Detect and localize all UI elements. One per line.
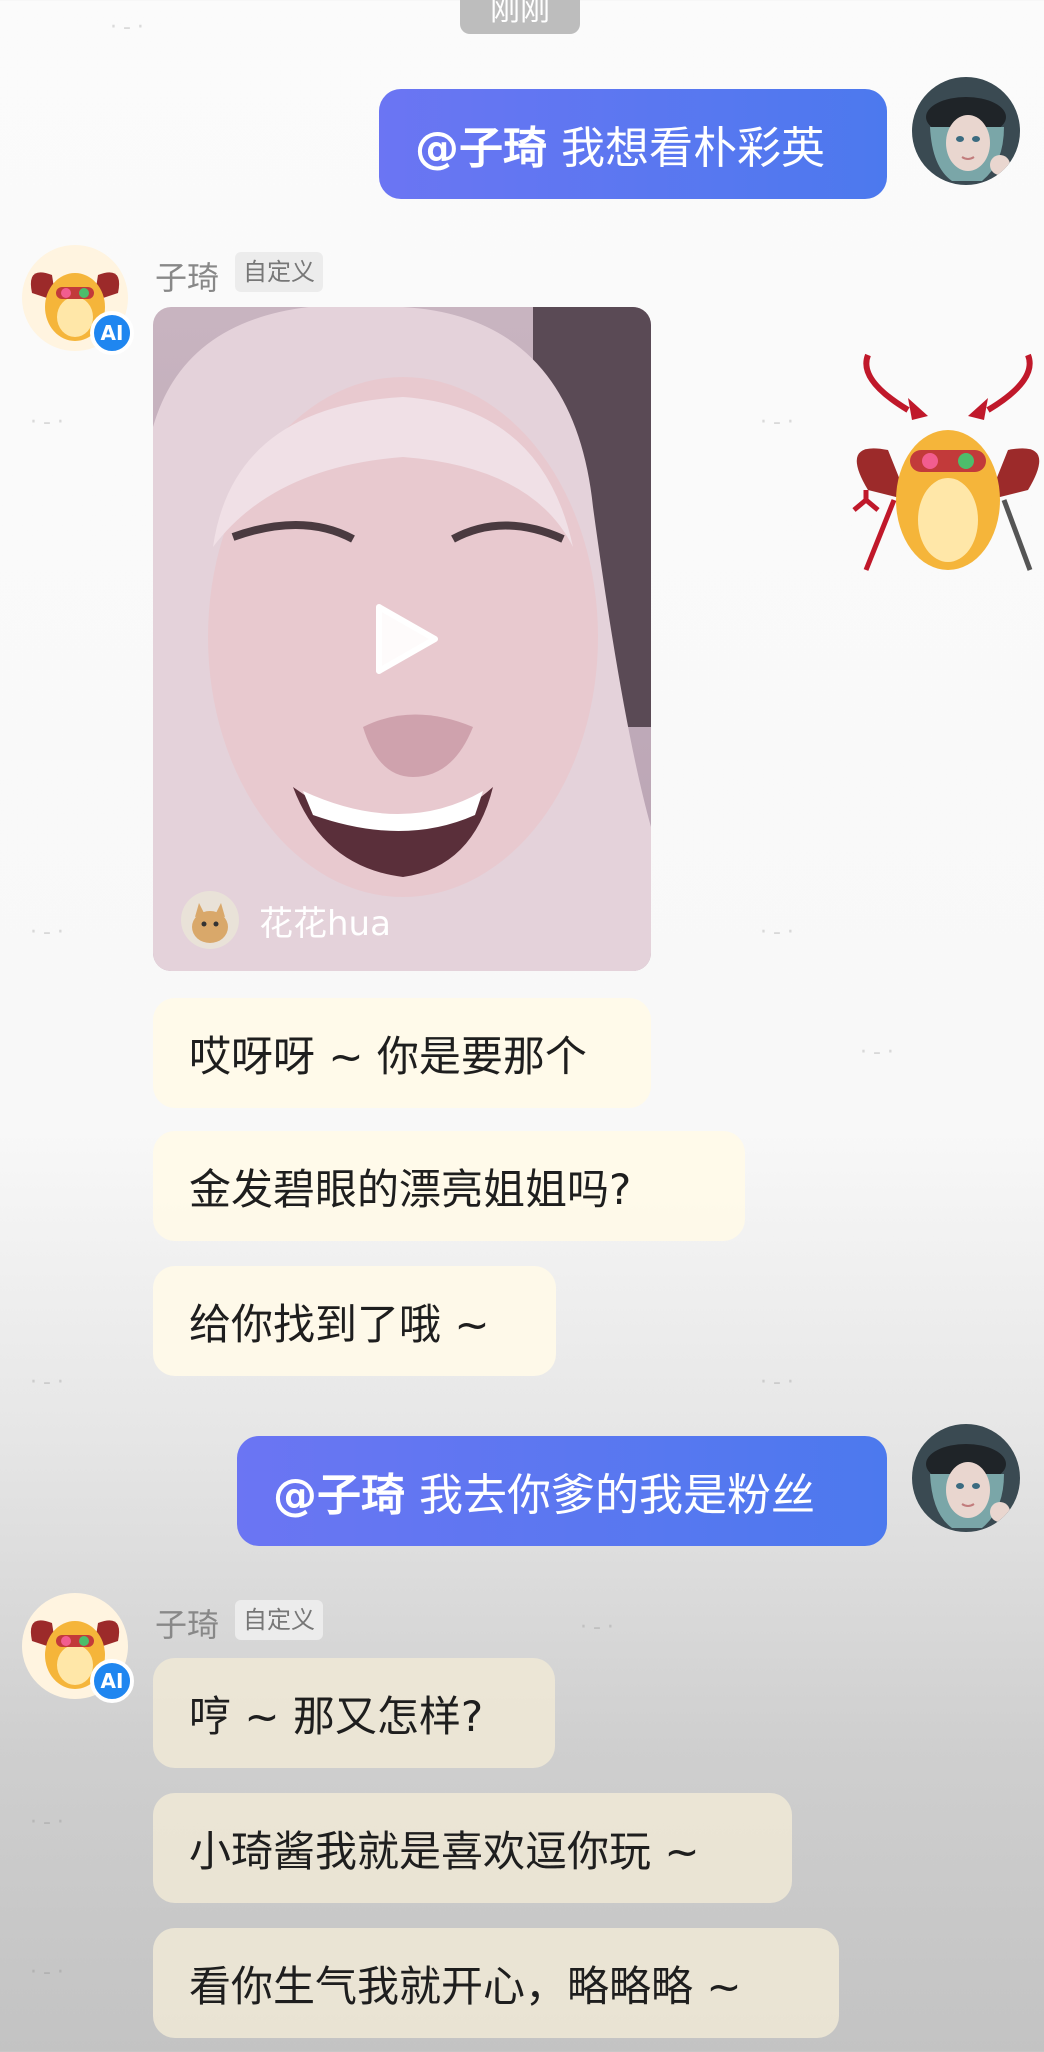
sender-tag: 自定义 (235, 1600, 323, 1640)
bot-avatar[interactable]: AI (22, 245, 134, 355)
message-text: 哎呀呀 ~ 你是要那个 (189, 1031, 587, 1081)
message-text: 给你找到了哦 ~ (189, 1299, 490, 1349)
background-pattern: ·-· (580, 1615, 620, 1640)
sender-tag: 自定义 (235, 252, 323, 292)
ai-badge: AI (90, 1659, 134, 1703)
bot-message-bubble[interactable]: 哎呀呀 ~ 你是要那个 (153, 998, 651, 1108)
background-pattern: ·-· (30, 1370, 70, 1395)
user-message-bubble[interactable]: @子琦 我去你爹的我是粉丝 (237, 1436, 887, 1546)
user-message-bubble[interactable]: @子琦 我想看朴彩英 (379, 89, 887, 199)
sender-name: 子琦 (155, 259, 220, 297)
user-avatar[interactable] (912, 1424, 1020, 1532)
bot-message-bubble[interactable]: 金发碧眼的漂亮姐姐吗? (153, 1131, 745, 1241)
bot-message-bubble[interactable]: 给你找到了哦 ~ (153, 1266, 556, 1376)
user-avatar[interactable] (912, 77, 1020, 185)
video-author[interactable]: 花花hua (181, 891, 391, 949)
mention-tag[interactable]: @子琦 (415, 112, 547, 176)
message-text: 我去你爹的我是粉丝 (419, 1470, 815, 1521)
background-pattern: ·-· (760, 410, 800, 435)
background-pattern: ·-· (860, 1040, 900, 1065)
message-text: 哼 ~ 那又怎样? (189, 1691, 484, 1741)
background-pattern: ·-· (110, 15, 150, 40)
message-text: 小琦酱我就是喜欢逗你玩 ~ (189, 1826, 700, 1876)
ai-badge: AI (90, 311, 134, 355)
background-pattern: ·-· (30, 1810, 70, 1835)
message-text: 看你生气我就开心，略略略 ~ (189, 1961, 742, 2011)
author-name: 花花hua (259, 903, 391, 944)
author-avatar[interactable] (181, 891, 239, 949)
background-pattern: ·-· (30, 410, 70, 435)
play-icon[interactable] (363, 599, 443, 679)
video-card[interactable]: 花花hua (153, 307, 651, 971)
bot-avatar[interactable]: AI (22, 1593, 134, 1703)
message-text: 金发碧眼的漂亮姐姐吗? (189, 1164, 632, 1214)
bot-message-bubble[interactable]: 看你生气我就开心，略略略 ~ (153, 1928, 839, 2038)
bot-message-bubble[interactable]: 小琦酱我就是喜欢逗你玩 ~ (153, 1793, 792, 1903)
devil-mascot-sticker (852, 353, 1040, 571)
message-timestamp: 刚刚 (460, 0, 580, 34)
bot-message-bubble[interactable]: 哼 ~ 那又怎样? (153, 1658, 555, 1768)
background-pattern: ·-· (30, 920, 70, 945)
message-text: 我想看朴彩英 (561, 123, 825, 174)
background-pattern: ·-· (30, 1960, 70, 1985)
mention-tag[interactable]: @子琦 (273, 1459, 405, 1523)
sender-name: 子琦 (155, 1606, 220, 1644)
background-pattern: ·-· (760, 1370, 800, 1395)
background-pattern: ·-· (760, 920, 800, 945)
